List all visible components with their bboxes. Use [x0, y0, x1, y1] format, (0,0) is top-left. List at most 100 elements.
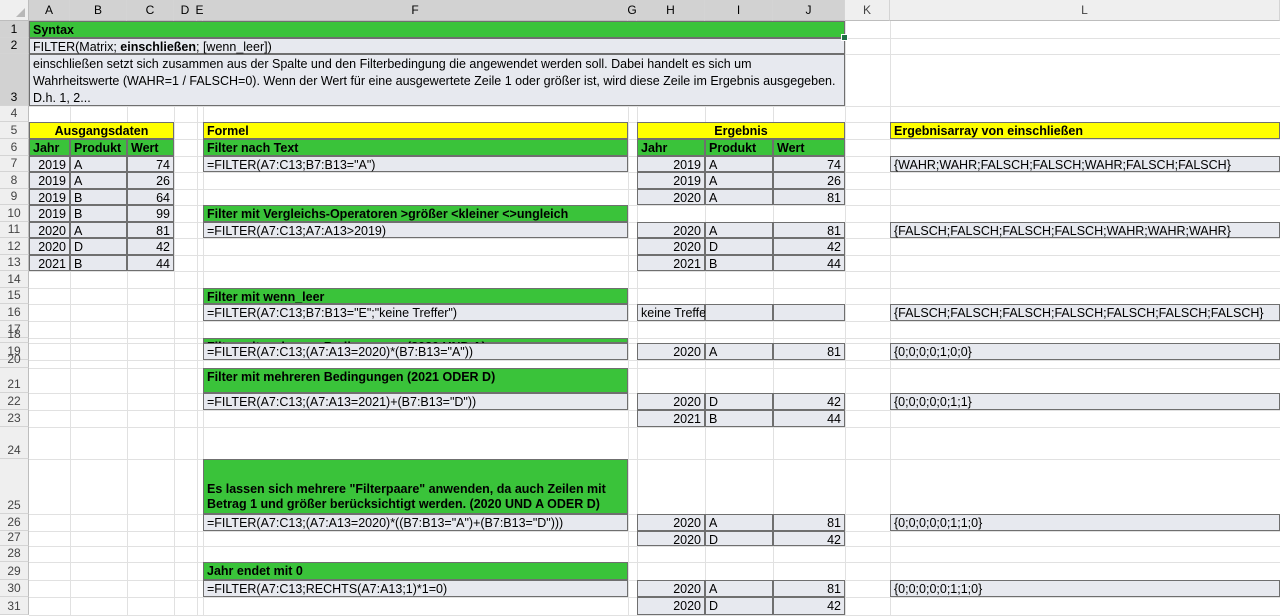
result-title[interactable]: Ergebnis — [637, 122, 845, 139]
formula-cell[interactable]: =FILTER(A7:C13;RECHTS(A7:A13;1)*1=0) — [203, 580, 628, 597]
row-header-16[interactable]: 16 — [0, 304, 29, 321]
array-cell[interactable]: {FALSCH;FALSCH;FALSCH;FALSCH;WAHR;WAHR;W… — [890, 222, 1280, 238]
row-header-25[interactable]: 25 — [0, 459, 29, 514]
source-cell[interactable]: 81 — [127, 222, 174, 238]
formula-cell[interactable]: =FILTER(A7:C13;B7:B13="A") — [203, 156, 628, 172]
source-cell[interactable]: 2019 — [29, 156, 70, 172]
formula-heading[interactable]: Es lassen sich mehrere "Filterpaare" anw… — [203, 459, 628, 514]
source-cell[interactable]: 44 — [127, 255, 174, 271]
result-cell[interactable]: 2020 — [637, 531, 705, 547]
result-cell[interactable]: 2019 — [637, 156, 705, 172]
array-cell[interactable]: {0;0;0;0;0;1;1} — [890, 393, 1280, 410]
source-cell[interactable]: 2019 — [29, 205, 70, 222]
result-cell[interactable]: D — [705, 597, 773, 615]
source-cell[interactable]: 64 — [127, 189, 174, 205]
result-cell[interactable]: 81 — [773, 189, 845, 205]
column-header-a[interactable]: A — [29, 0, 70, 21]
result-cell[interactable] — [705, 304, 773, 321]
row-header-12[interactable]: 12 — [0, 238, 29, 255]
result-cell[interactable]: D — [705, 393, 773, 410]
row-header-27[interactable]: 27 — [0, 530, 29, 546]
array-cell[interactable]: {WAHR;WAHR;FALSCH;FALSCH;WAHR;FALSCH;FAL… — [890, 156, 1280, 172]
fill-handle[interactable] — [841, 34, 848, 41]
column-header-k[interactable]: K — [845, 0, 890, 21]
formula-title[interactable]: Formel — [203, 122, 628, 139]
result-cell[interactable]: 81 — [773, 514, 845, 531]
result-cell[interactable]: A — [705, 343, 773, 360]
source-cell[interactable]: 74 — [127, 156, 174, 172]
result-cell[interactable]: 42 — [773, 238, 845, 255]
array-cell[interactable]: {FALSCH;FALSCH;FALSCH;FALSCH;FALSCH;FALS… — [890, 304, 1280, 321]
result-cell[interactable]: B — [705, 255, 773, 271]
result-cell[interactable]: 42 — [773, 597, 845, 615]
result-cell[interactable]: A — [705, 156, 773, 172]
formula-heading[interactable]: Filter mit mehreren Bedingungen (2021 OD… — [203, 368, 628, 393]
result-cell[interactable]: 26 — [773, 172, 845, 189]
result-cell[interactable]: 2019 — [637, 172, 705, 189]
result-header-wert[interactable]: Wert — [773, 139, 845, 156]
source-cell[interactable]: D — [70, 238, 127, 255]
row-header-7[interactable]: 7 — [0, 156, 29, 172]
row-header-9[interactable]: 9 — [0, 189, 29, 205]
array-title[interactable]: Ergebnisarray von einschließen — [890, 122, 1280, 139]
row-header-26[interactable]: 26 — [0, 514, 29, 531]
result-cell[interactable]: 42 — [773, 393, 845, 410]
result-cell[interactable]: 2020 — [637, 238, 705, 255]
column-header-l[interactable]: L — [890, 0, 1280, 21]
result-cell[interactable]: 2020 — [637, 514, 705, 531]
source-header-wert[interactable]: Wert — [127, 139, 174, 156]
source-cell[interactable]: A — [70, 172, 127, 189]
row-header-2[interactable]: 2 — [0, 38, 29, 54]
result-cell[interactable]: A — [705, 514, 773, 531]
result-cell[interactable]: 81 — [773, 343, 845, 360]
array-cell[interactable]: {0;0;0;0;0;1;1;0} — [890, 514, 1280, 531]
row-header-8[interactable]: 8 — [0, 172, 29, 189]
array-cell[interactable]: {0;0;0;0;1;0;0} — [890, 343, 1280, 360]
source-cell[interactable]: 2020 — [29, 222, 70, 238]
result-cell[interactable]: 2020 — [637, 343, 705, 360]
column-header-i[interactable]: I — [705, 0, 773, 21]
row-header-11[interactable]: 11 — [0, 222, 29, 238]
row-header-20[interactable]: 20 — [0, 352, 29, 368]
result-header-produkt[interactable]: Produkt — [705, 139, 773, 156]
source-cell[interactable]: 2019 — [29, 189, 70, 205]
column-header-b[interactable]: B — [70, 0, 127, 21]
result-cell[interactable]: A — [705, 172, 773, 189]
result-cell[interactable]: 44 — [773, 255, 845, 271]
row-header-23[interactable]: 23 — [0, 410, 29, 427]
syntax-line[interactable]: FILTER(Matrix; einschließen; [wenn_leer]… — [29, 38, 845, 54]
result-cell[interactable]: D — [705, 238, 773, 255]
row-header-29[interactable]: 29 — [0, 562, 29, 580]
result-cell[interactable]: 74 — [773, 156, 845, 172]
formula-cell[interactable]: =FILTER(A7:C13;(A7:A13=2020)*(B7:B13="A"… — [203, 343, 628, 360]
formula-cell[interactable]: =FILTER(A7:C13;A7:A13>2019) — [203, 222, 628, 238]
row-header-24[interactable]: 24 — [0, 427, 29, 459]
source-header-produkt[interactable]: Produkt — [70, 139, 127, 156]
column-header-d[interactable]: D — [174, 0, 197, 21]
source-cell[interactable]: 42 — [127, 238, 174, 255]
syntax-description[interactable]: einschließen setzt sich zusammen aus der… — [29, 54, 845, 106]
source-cell[interactable]: B — [70, 255, 127, 271]
formula-heading[interactable]: Filter mit wenn_leer — [203, 288, 628, 304]
column-header-h[interactable]: H — [637, 0, 705, 21]
source-cell[interactable]: A — [70, 222, 127, 238]
column-header-c[interactable]: C — [127, 0, 174, 21]
result-cell[interactable]: 2020 — [637, 393, 705, 410]
column-header-g[interactable]: G — [627, 0, 637, 21]
formula-cell[interactable]: =FILTER(A7:C13;B7:B13="E";"keine Treffer… — [203, 304, 628, 321]
result-cell[interactable]: 2020 — [637, 222, 705, 238]
row-header-14[interactable]: 14 — [0, 271, 29, 288]
formula-heading[interactable]: Jahr endet mit 0 — [203, 562, 628, 580]
source-header-jahr[interactable]: Jahr — [29, 139, 70, 156]
row-header-31[interactable]: 31 — [0, 597, 29, 615]
result-cell[interactable]: 2021 — [637, 410, 705, 427]
result-cell[interactable]: A — [705, 580, 773, 597]
result-cell[interactable]: 81 — [773, 222, 845, 238]
source-cell[interactable]: 99 — [127, 205, 174, 222]
formula-heading[interactable]: Filter nach Text — [203, 139, 628, 156]
result-cell[interactable]: 2021 — [637, 255, 705, 271]
formula-heading[interactable]: Filter mit Vergleichs-Operatoren >größer… — [203, 205, 628, 222]
row-header-4[interactable]: 4 — [0, 106, 29, 122]
result-cell[interactable]: B — [705, 410, 773, 427]
row-header-3[interactable]: 3 — [0, 54, 29, 106]
